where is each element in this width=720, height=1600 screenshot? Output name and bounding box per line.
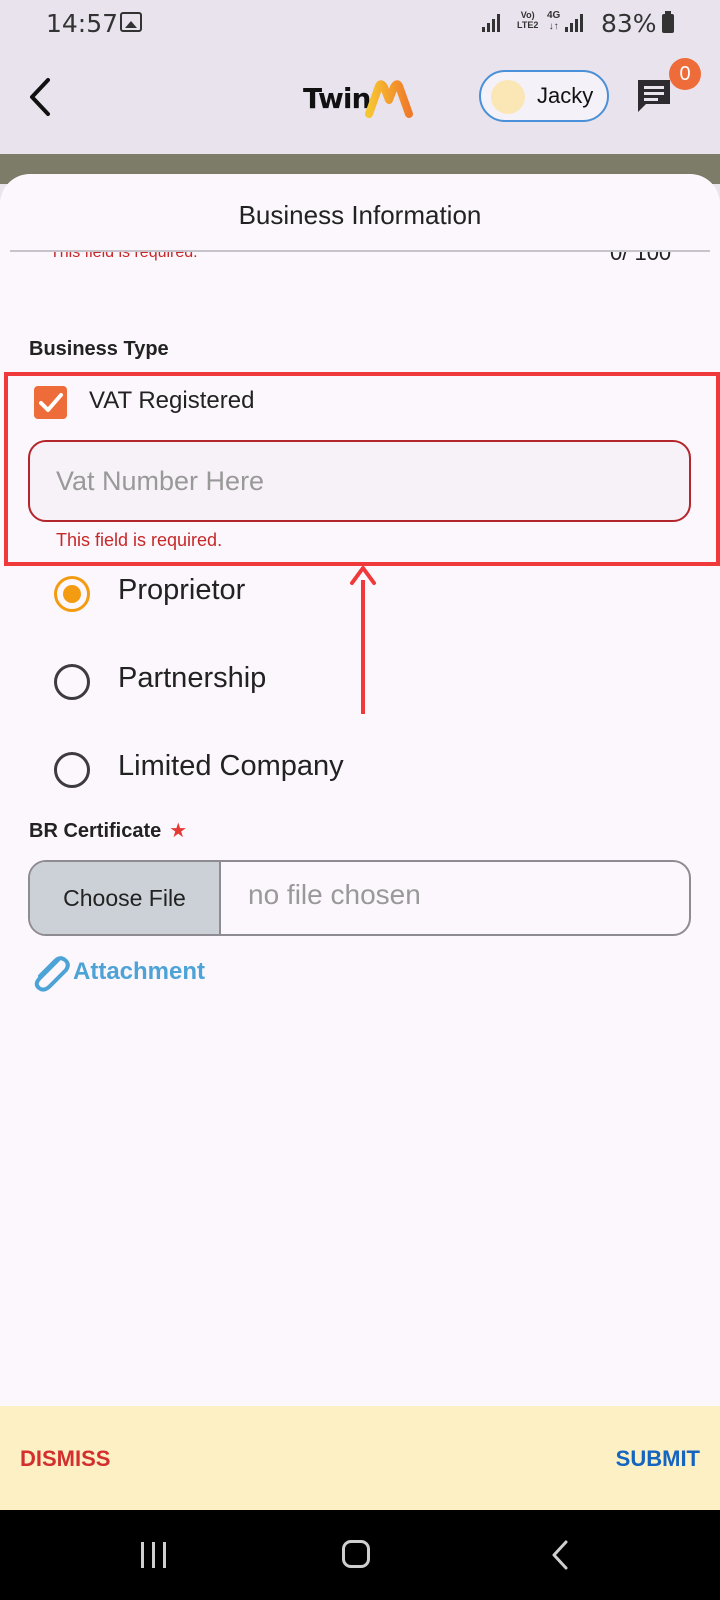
vat-number-input[interactable]: Vat Number Here <box>28 440 691 522</box>
arrow-head-icon <box>350 566 376 585</box>
system-nav-bar <box>0 1510 720 1600</box>
user-chip[interactable]: Jacky <box>479 70 609 122</box>
vat-registered-checkbox[interactable] <box>34 386 67 419</box>
network-type-label: 4G ↓↑ <box>547 10 561 32</box>
br-certificate-text: BR Certificate <box>29 820 162 842</box>
user-name: Jacky <box>537 83 594 108</box>
character-counter: 0/ 100 <box>610 252 672 265</box>
signal-icon <box>482 14 502 32</box>
battery-percent: 83% <box>601 9 657 38</box>
dialog-actions: DISMISS SUBMIT <box>0 1406 720 1510</box>
status-time: 14:57 <box>46 9 119 38</box>
radio-label-proprietor[interactable]: Proprietor <box>118 574 245 607</box>
volte-label: Vo) LTE2 <box>517 10 539 30</box>
business-type-label: Business Type <box>29 338 169 360</box>
chat-button[interactable] <box>634 76 674 116</box>
status-bar: 14:57 Vo) LTE2 4G ↓↑ 83% <box>0 0 720 48</box>
home-icon[interactable] <box>342 1540 370 1568</box>
radio-label-limited-company[interactable]: Limited Company <box>118 750 344 783</box>
submit-button[interactable]: SUBMIT <box>616 1446 700 1472</box>
battery-icon <box>662 11 674 33</box>
system-back-icon[interactable] <box>546 1538 576 1572</box>
recent-apps-icon[interactable] <box>141 1542 171 1568</box>
attachment-label[interactable]: Attachment <box>73 958 205 986</box>
checkmark-icon <box>39 393 63 412</box>
signal-icon-2 <box>565 14 585 32</box>
vat-registered-label[interactable]: VAT Registered <box>89 387 254 415</box>
radio-label-partnership[interactable]: Partnership <box>118 662 266 695</box>
logo-m-icon <box>365 80 413 118</box>
app-header: Twin Jacky 0 <box>0 48 720 154</box>
gallery-icon <box>120 12 142 32</box>
dismiss-button[interactable]: DISMISS <box>20 1446 110 1472</box>
previous-field-error: This field is required. <box>50 252 198 261</box>
radio-proprietor[interactable] <box>54 576 90 612</box>
vat-number-error: This field is required. <box>56 530 223 550</box>
choose-file-button[interactable]: Choose File <box>30 862 221 934</box>
paperclip-icon <box>34 956 70 992</box>
chevron-left-icon <box>30 78 50 116</box>
sheet-title: Business Information <box>238 200 482 230</box>
br-certificate-label: BR Certificate ★ <box>29 818 187 843</box>
radio-partnership[interactable] <box>54 664 90 700</box>
chat-icon <box>638 80 670 112</box>
chat-badge: 0 <box>669 58 701 90</box>
file-picker[interactable]: Choose File no file chosen <box>28 860 691 936</box>
app-logo: Twin <box>303 78 423 122</box>
avatar <box>491 80 525 114</box>
file-name-display: no file chosen <box>248 879 421 910</box>
logo-text: Twin <box>303 82 371 115</box>
required-star-icon: ★ <box>169 820 188 842</box>
annotation-arrow <box>361 580 365 714</box>
form-scroll-area[interactable]: This field is required. 0/ 100 Business … <box>0 252 720 1412</box>
back-button[interactable] <box>22 74 62 120</box>
attachment-link[interactable]: Attachment <box>28 952 248 994</box>
radio-limited-company[interactable] <box>54 752 90 788</box>
business-info-sheet: Business Information This field is requi… <box>0 174 720 1508</box>
